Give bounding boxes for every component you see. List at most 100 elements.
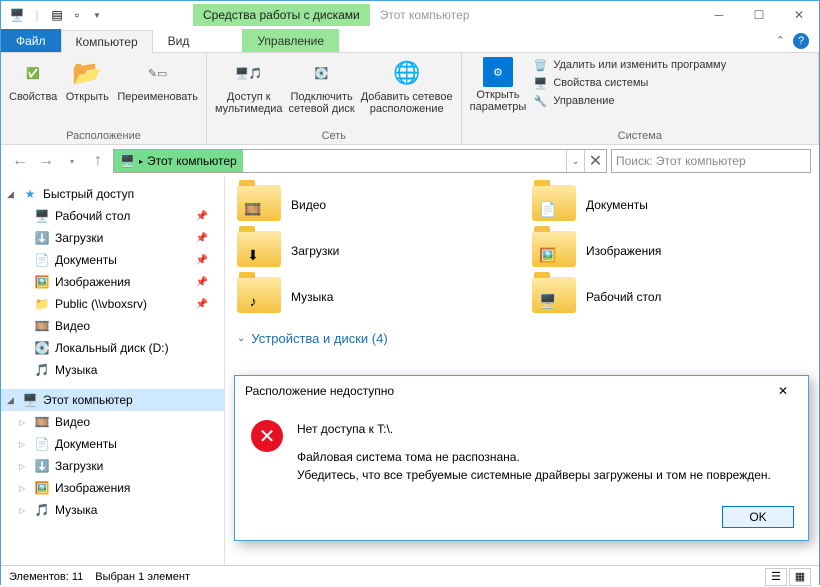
sidebar-item-label: Изображения (55, 275, 130, 289)
icons-view-button[interactable]: ▦ (789, 568, 811, 586)
map-drive-button[interactable]: 💽 Подключить сетевой диск (289, 57, 355, 128)
expander-icon[interactable]: ▷ (19, 506, 29, 515)
search-input[interactable]: Поиск: Этот компьютер (611, 149, 811, 173)
system-properties-button[interactable]: 🖥️ Свойства системы (532, 75, 726, 91)
documents-overlay-icon: 📄 (536, 199, 560, 219)
quick-access-toolbar: 🖥️ | ▤ ▫ ▼ (1, 7, 105, 23)
sidebar-item[interactable]: ▷🎞️Видео (1, 411, 224, 433)
expander-icon[interactable]: ◢ (7, 189, 17, 200)
expander-icon[interactable]: ▷ (19, 440, 29, 449)
dialog-title: Расположение недоступно (245, 384, 394, 398)
media-access-button[interactable]: 🖥️🎵 Доступ к мультимедиа (215, 57, 283, 128)
add-network-button[interactable]: 🌐 Добавить сетевое расположение (361, 57, 453, 128)
dialog-line3: Убедитесь, что все требуемые системные д… (297, 466, 771, 484)
tab-manage[interactable]: Управление (242, 29, 339, 52)
sidebar-item[interactable]: 🖼️Изображения📌 (1, 271, 224, 293)
up-button[interactable]: ↑ (87, 150, 109, 172)
ribbon: ✅ Свойства 📂 Открыть ✎▭ Переименовать Ра… (1, 53, 819, 145)
sidebar-item-label: Загрузки (55, 231, 103, 245)
sidebar-item[interactable]: 🖥️Рабочий стол📌 (1, 205, 224, 227)
folder-label: Загрузки (291, 244, 339, 258)
qat-properties-icon[interactable]: ▤ (49, 7, 65, 23)
expander-icon[interactable]: ◢ (7, 395, 17, 406)
ribbon-group-system: ⚙ Открыть параметры 🗑️ Удалить или измен… (462, 53, 819, 144)
address-bar[interactable]: 🖥️ ▸ Этот компьютер ⌄ ✕ (113, 149, 607, 173)
folder-icon: 🖥️ (532, 277, 576, 313)
qat-new-icon[interactable]: ▫ (69, 7, 85, 23)
folder-item[interactable]: ♪Музыка (237, 277, 512, 317)
manage-icon: 🔧 (532, 93, 548, 109)
pin-icon: 📌 (196, 299, 208, 310)
ok-button[interactable]: OK (722, 506, 794, 528)
tab-view[interactable]: Вид (153, 29, 205, 52)
breadcrumb-label: Этот компьютер (147, 154, 237, 168)
downloads-icon: ⬇️ (34, 230, 50, 246)
rename-button[interactable]: ✎▭ Переименовать (117, 57, 198, 128)
tab-computer[interactable]: Компьютер (61, 30, 153, 53)
dialog-close-button[interactable]: ✕ (768, 384, 798, 398)
contextual-tab-title: Средства работы с дисками (193, 4, 370, 26)
details-view-button[interactable]: ☰ (765, 568, 787, 586)
folder-item[interactable]: 🎞️Видео (237, 185, 512, 225)
folder-item[interactable]: 📄 Документы (532, 185, 807, 225)
folder-item[interactable]: 🖼️Изображения (532, 231, 807, 271)
dialog-titlebar: Расположение недоступно ✕ (235, 376, 808, 406)
item-count: Элементов: 11 (9, 571, 83, 583)
sidebar-item[interactable]: ▷🖼️Изображения (1, 477, 224, 499)
folder-label: Видео (291, 198, 326, 212)
sidebar-quick-access[interactable]: ◢ ★ Быстрый доступ (1, 183, 224, 205)
maximize-button[interactable]: ☐ (739, 1, 779, 29)
breadcrumb[interactable]: 🖥️ ▸ Этот компьютер (114, 150, 243, 172)
ribbon-group-network: 🖥️🎵 Доступ к мультимедиа 💽 Подключить се… (207, 53, 462, 144)
devices-section-header[interactable]: ⌄ Устройства и диски (4) (237, 331, 807, 346)
properties-button[interactable]: ✅ Свойства (9, 57, 57, 128)
selected-count: Выбран 1 элемент (95, 571, 190, 583)
downloads-overlay-icon: ⬇ (241, 245, 265, 265)
qat-dropdown-icon[interactable]: ▼ (89, 7, 105, 23)
tab-file[interactable]: Файл (1, 29, 61, 52)
close-button[interactable]: ✕ (779, 1, 819, 29)
sidebar-item[interactable]: 🎞️ Видео (1, 315, 224, 337)
open-button[interactable]: 📂 Открыть (63, 57, 111, 128)
open-settings-button[interactable]: ⚙ Открыть параметры (470, 57, 527, 128)
expander-icon[interactable]: ▷ (19, 418, 29, 427)
rename-label: Переименовать (117, 91, 198, 103)
folder-label: Документы (586, 198, 648, 212)
video-icon: 🎞️ (34, 318, 50, 334)
folder-icon: ⬇ (237, 231, 281, 267)
sidebar-item[interactable]: ▷📄Документы (1, 433, 224, 455)
error-dialog: Расположение недоступно ✕ ✕ Нет доступа … (234, 375, 809, 541)
pictures-icon: 🖼️ (34, 274, 50, 290)
sidebar-item[interactable]: 📄Документы📌 (1, 249, 224, 271)
sidebar-item-label: Видео (55, 319, 90, 333)
sidebar-item[interactable]: ▷🎵Музыка (1, 499, 224, 521)
collapse-ribbon-icon[interactable]: ⌃ (776, 34, 785, 47)
minimize-button[interactable]: ─ (699, 1, 739, 29)
refresh-button[interactable]: ✕ (584, 150, 606, 172)
sidebar-item[interactable]: 💽Локальный диск (D:) (1, 337, 224, 359)
sidebar-item-label: Видео (55, 415, 90, 429)
sidebar-item-label: Загрузки (55, 459, 103, 473)
sidebar-item[interactable]: 🎵Музыка (1, 359, 224, 381)
recent-dropdown[interactable]: ▾ (61, 150, 83, 172)
thispc-icon: 🖥️ (22, 392, 38, 408)
sidebar-this-pc[interactable]: ◢ 🖥️ Этот компьютер (1, 389, 224, 411)
uninstall-button[interactable]: 🗑️ Удалить или изменить программу (532, 57, 726, 73)
manage-button[interactable]: 🔧 Управление (532, 93, 726, 109)
chevron-down-icon: ⌄ (237, 333, 245, 344)
sidebar-item[interactable]: ▷⬇️Загрузки (1, 455, 224, 477)
sidebar-item-label: Локальный диск (D:) (55, 341, 169, 355)
dialog-message: Нет доступа к T:\. Файловая система тома… (297, 420, 771, 484)
forward-button[interactable]: → (35, 150, 57, 172)
sidebar-item[interactable]: ⬇️Загрузки📌 (1, 227, 224, 249)
folder-item[interactable]: ⬇ Загрузки (237, 231, 512, 271)
window-controls: ─ ☐ ✕ (699, 1, 819, 29)
back-button[interactable]: ← (9, 150, 31, 172)
expander-icon[interactable]: ▷ (19, 484, 29, 493)
netfolder-icon: 📁 (34, 296, 50, 312)
address-dropdown-icon[interactable]: ⌄ (566, 150, 584, 172)
folder-item[interactable]: 🖥️Рабочий стол (532, 277, 807, 317)
help-icon[interactable]: ? (793, 33, 809, 49)
expander-icon[interactable]: ▷ (19, 462, 29, 471)
sidebar-item[interactable]: 📁Public (\\vboxsrv)📌 (1, 293, 224, 315)
